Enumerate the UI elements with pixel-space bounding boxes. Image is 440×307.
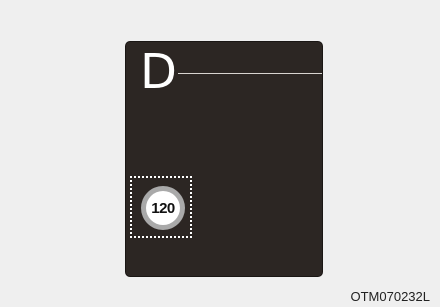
divider-line — [178, 73, 322, 74]
figure-code: OTM070232L — [350, 289, 431, 304]
gear-indicator: D — [140, 44, 177, 100]
sign-face: 120 — [146, 191, 180, 225]
cluster-display: D 120 — [126, 42, 322, 276]
speed-limit-sign-icon: 120 — [141, 186, 185, 230]
speed-limit-value: 120 — [151, 199, 175, 217]
figure-background: D 120 OTM070232L — [0, 0, 440, 307]
highlight-box: 120 — [130, 176, 192, 238]
